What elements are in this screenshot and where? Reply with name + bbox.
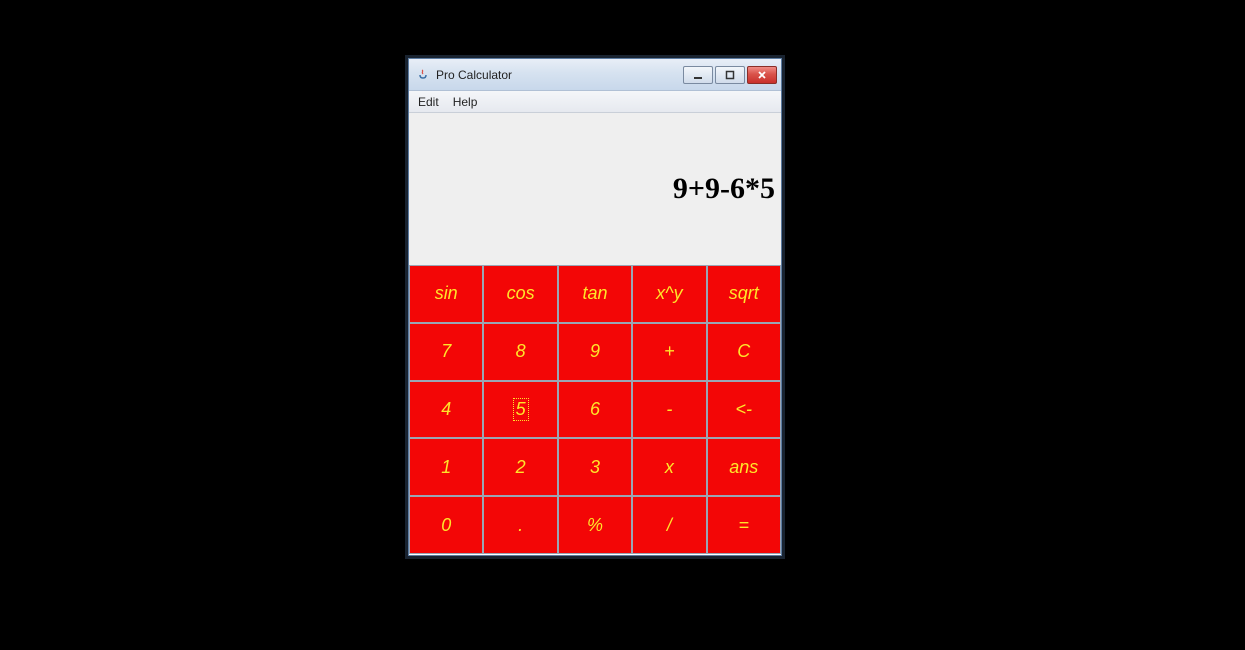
digit-0-key[interactable]: 0 — [410, 497, 482, 553]
window-controls — [683, 66, 777, 84]
plus-key[interactable]: + — [633, 324, 705, 380]
digit-5-key[interactable]: 5 — [484, 382, 556, 438]
equals-key[interactable]: = — [708, 497, 780, 553]
keypad: sin cos tan x^y sqrt 7 8 9 + C 4 5 6 - <- 1 2 3 x ans 0.% / = — [409, 265, 781, 554]
digit-3-key[interactable]: 3 — [559, 439, 631, 495]
key-label: 4 — [441, 399, 451, 420]
key-label: 9 — [590, 341, 600, 362]
decimal-key[interactable]: . — [484, 497, 556, 553]
key-label: tan — [582, 283, 607, 304]
key-label: + — [664, 341, 675, 362]
app-window: Pro Calculator Edit Help 9+9-6*5 sin cos t… — [408, 58, 782, 556]
key-label: x^y — [656, 283, 682, 304]
key-label: sqrt — [729, 283, 759, 304]
key-label: 2 — [516, 457, 526, 478]
sin-key[interactable]: sin — [410, 266, 482, 322]
ans-key[interactable]: ans — [708, 439, 780, 495]
key-label: 5 — [514, 399, 528, 420]
key-label: 6 — [590, 399, 600, 420]
key-label: 8 — [516, 341, 526, 362]
key-label: sin — [435, 283, 458, 304]
menubar: Edit Help — [409, 91, 781, 113]
power-key[interactable]: x^y — [633, 266, 705, 322]
cos-key[interactable]: cos — [484, 266, 556, 322]
key-label: - — [666, 399, 672, 420]
multiply-key[interactable]: x — [633, 439, 705, 495]
divide-key[interactable]: / — [633, 497, 705, 553]
digit-4-key[interactable]: 4 — [410, 382, 482, 438]
titlebar[interactable]: Pro Calculator — [409, 59, 781, 91]
display-value: 9+9-6*5 — [673, 172, 775, 206]
digit-8-key[interactable]: 8 — [484, 324, 556, 380]
key-label: . — [518, 515, 523, 536]
digit-7-key[interactable]: 7 — [410, 324, 482, 380]
menu-edit[interactable]: Edit — [413, 93, 444, 111]
menu-help[interactable]: Help — [448, 93, 483, 111]
key-label: cos — [507, 283, 535, 304]
backspace-key[interactable]: <- — [708, 382, 780, 438]
digit-6-key[interactable]: 6 — [559, 382, 631, 438]
java-icon — [415, 67, 431, 83]
minus-key[interactable]: - — [633, 382, 705, 438]
close-button[interactable] — [747, 66, 777, 84]
percent-key[interactable]: % — [559, 497, 631, 553]
key-label: 0 — [441, 515, 451, 536]
minimize-button[interactable] — [683, 66, 713, 84]
key-label: C — [737, 341, 750, 362]
key-label: x — [665, 457, 674, 478]
clear-key[interactable]: C — [708, 324, 780, 380]
key-label: 3 — [590, 457, 600, 478]
key-label: 7 — [441, 341, 451, 362]
window-title: Pro Calculator — [436, 68, 683, 82]
key-label: / — [667, 515, 672, 536]
display: 9+9-6*5 — [409, 113, 781, 265]
tan-key[interactable]: tan — [559, 266, 631, 322]
key-label: <- — [736, 399, 753, 420]
key-label: 1 — [441, 457, 451, 478]
maximize-button[interactable] — [715, 66, 745, 84]
key-label: = — [739, 515, 750, 536]
key-label: % — [587, 515, 603, 536]
digit-1-key[interactable]: 1 — [410, 439, 482, 495]
digit-2-key[interactable]: 2 — [484, 439, 556, 495]
sqrt-key[interactable]: sqrt — [708, 266, 780, 322]
key-label: ans — [729, 457, 758, 478]
digit-9-key[interactable]: 9 — [559, 324, 631, 380]
